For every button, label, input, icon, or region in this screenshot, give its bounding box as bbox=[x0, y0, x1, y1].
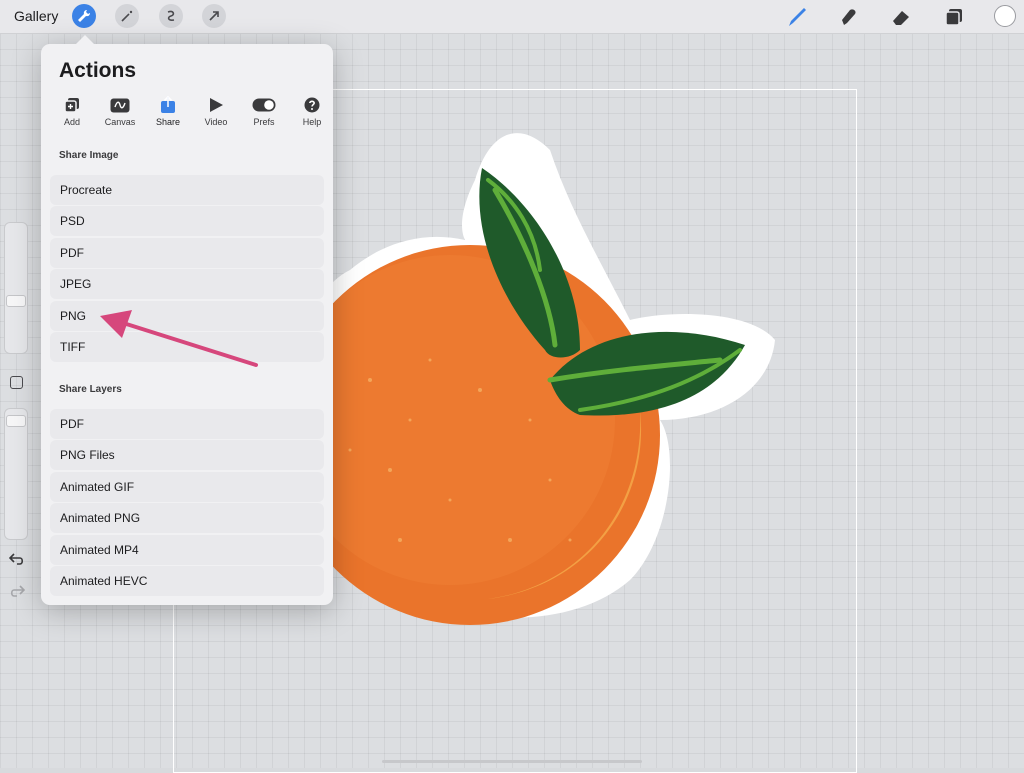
help-icon bbox=[304, 97, 320, 113]
layers-button[interactable] bbox=[941, 4, 967, 30]
redo-icon[interactable] bbox=[9, 584, 25, 598]
share-procreate[interactable]: Procreate bbox=[50, 175, 324, 205]
brush-size-slider[interactable] bbox=[4, 222, 28, 354]
play-icon bbox=[209, 98, 223, 112]
tab-canvas[interactable]: Canvas bbox=[96, 96, 144, 130]
share-pdf[interactable]: PDF bbox=[50, 238, 324, 268]
selection-icon bbox=[167, 10, 175, 21]
modify-button[interactable] bbox=[10, 376, 23, 389]
share-layers-animated-gif[interactable]: Animated GIF bbox=[50, 472, 324, 502]
smudge-icon bbox=[842, 9, 856, 25]
share-png[interactable]: PNG bbox=[50, 301, 324, 331]
actions-button[interactable] bbox=[72, 4, 96, 28]
left-sidebar bbox=[2, 222, 30, 606]
actions-tabs: Add Canvas Share Video Prefs Help bbox=[48, 96, 332, 130]
popover-arrow bbox=[76, 35, 94, 44]
adjustments-button[interactable] bbox=[115, 4, 139, 28]
top-toolbar: Gallery bbox=[0, 0, 1024, 34]
brush-button[interactable] bbox=[784, 4, 810, 30]
smudge-button[interactable] bbox=[836, 4, 862, 30]
home-indicator bbox=[382, 760, 642, 763]
share-layers-pdf[interactable]: PDF bbox=[50, 409, 324, 439]
gallery-button[interactable]: Gallery bbox=[14, 8, 58, 24]
brush-size-thumb[interactable] bbox=[6, 295, 26, 307]
opacity-thumb[interactable] bbox=[6, 415, 26, 427]
transform-button[interactable] bbox=[202, 4, 226, 28]
tab-help[interactable]: Help bbox=[288, 96, 336, 130]
wrench-icon bbox=[78, 9, 91, 22]
brush-icon bbox=[789, 8, 806, 26]
color-picker-button[interactable] bbox=[994, 5, 1016, 27]
canvas-icon bbox=[110, 98, 130, 112]
tab-prefs[interactable]: Prefs bbox=[240, 96, 288, 130]
share-layers-animated-hevc[interactable]: Animated HEVC bbox=[50, 566, 324, 596]
eraser-icon bbox=[893, 11, 909, 25]
layers-icon bbox=[945, 9, 962, 26]
share-layers-animated-png[interactable]: Animated PNG bbox=[50, 503, 324, 533]
popover-title: Actions bbox=[59, 59, 137, 82]
actions-popover: Actions Add Canvas Share Video Prefs Hel… bbox=[41, 35, 333, 605]
toggle-icon bbox=[252, 98, 276, 112]
share-layers-png-files[interactable]: PNG Files bbox=[50, 440, 324, 470]
tab-share[interactable]: Share bbox=[144, 96, 192, 130]
selection-button[interactable] bbox=[159, 4, 183, 28]
eraser-button[interactable] bbox=[888, 4, 914, 30]
tab-video[interactable]: Video bbox=[192, 96, 240, 130]
opacity-slider[interactable] bbox=[4, 408, 28, 540]
share-tiff[interactable]: TIFF bbox=[50, 332, 324, 362]
share-layers-animated-mp4[interactable]: Animated MP4 bbox=[50, 535, 324, 565]
share-jpeg[interactable]: JPEG bbox=[50, 269, 324, 299]
share-layers-heading: Share Layers bbox=[59, 384, 122, 395]
magic-wand-icon bbox=[121, 10, 133, 22]
share-icon bbox=[161, 96, 175, 113]
add-icon bbox=[64, 98, 79, 113]
transform-icon bbox=[209, 11, 219, 21]
share-image-heading: Share Image bbox=[59, 150, 119, 161]
share-psd[interactable]: PSD bbox=[50, 206, 324, 236]
tab-add[interactable]: Add bbox=[48, 96, 96, 130]
undo-icon[interactable] bbox=[9, 552, 25, 566]
